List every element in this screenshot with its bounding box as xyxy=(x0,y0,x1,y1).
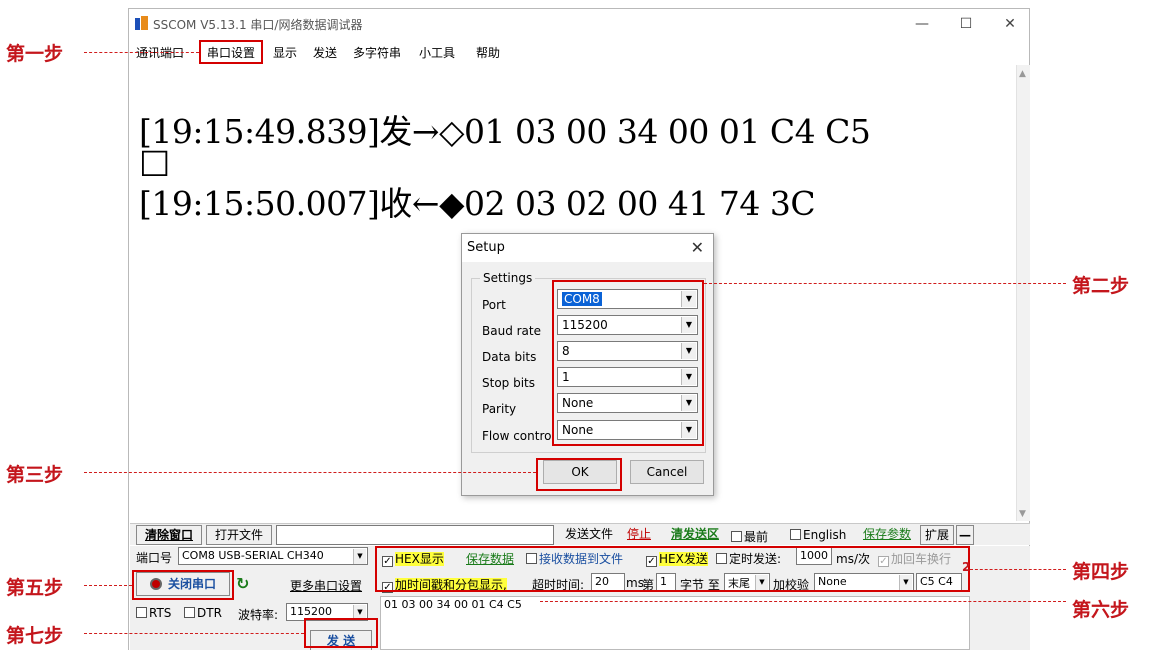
clear-send-button[interactable]: 清发送区 xyxy=(660,525,730,545)
dialog-close-icon[interactable]: ✕ xyxy=(691,238,704,257)
menu-help[interactable]: 帮助 xyxy=(476,44,500,61)
step7-leader xyxy=(84,633,304,634)
dtr-label: DTR xyxy=(197,606,222,620)
port-label: 端口号 xyxy=(136,551,173,565)
rts-label: RTS xyxy=(149,606,172,620)
output-line: [19:15:50.007]收←◆02 03 02 00 41 74 3C xyxy=(139,184,816,223)
rts-checkbox[interactable]: RTS xyxy=(136,606,171,620)
baud-field-label: Baud rate xyxy=(482,324,541,338)
settings-group-title: Settings xyxy=(480,271,536,285)
checkbox-icon xyxy=(184,607,195,618)
databits-field-label: Data bits xyxy=(482,350,537,364)
scroll-down-icon[interactable]: ▼ xyxy=(1019,509,1026,519)
baud-value: 115200 xyxy=(290,605,332,618)
port-select[interactable]: COM8 USB-SERIAL CH340 ▼ xyxy=(178,547,368,565)
more-settings-link[interactable]: 更多串口设置 xyxy=(290,577,362,594)
stop-button[interactable]: 停止 xyxy=(622,525,656,545)
port-value: COM8 USB-SERIAL CH340 xyxy=(182,549,324,562)
menu-display[interactable]: 显示 xyxy=(273,44,297,61)
toolbar: 清除窗口 打开文件 发送文件 停止 清发送区 最前 English 保存参数 扩… xyxy=(130,523,1030,545)
always-on-top-checkbox[interactable]: 最前 xyxy=(731,528,768,545)
step7-highlight xyxy=(304,618,378,648)
step2-label: 第二步 xyxy=(1072,275,1130,297)
step3-label: 第三步 xyxy=(6,464,64,486)
step5-highlight xyxy=(132,570,234,600)
checkbox-icon xyxy=(731,531,742,542)
app-title: SSCOM V5.13.1 串口/网络数据调试器 xyxy=(153,18,363,32)
step4-leader xyxy=(970,569,1066,570)
maximize-button[interactable]: ☐ xyxy=(951,13,981,35)
save-params-button[interactable]: 保存参数 xyxy=(856,525,918,545)
stopbits-field-label: Stop bits xyxy=(482,376,536,390)
baud-label: 波特率: xyxy=(238,608,279,622)
dtr-checkbox[interactable]: DTR xyxy=(184,606,222,620)
send-file-button[interactable]: 发送文件 xyxy=(558,525,620,545)
step6-leader xyxy=(540,601,1066,602)
step4-label: 第四步 xyxy=(1072,561,1130,583)
step4-highlight xyxy=(375,546,970,592)
title-bar: SSCOM V5.13.1 串口/网络数据调试器 — ☐ ✕ xyxy=(129,9,1029,39)
menu-multi-string[interactable]: 多字符串 xyxy=(353,44,401,61)
step7-label: 第七步 xyxy=(6,625,64,647)
always-on-top-label: 最前 xyxy=(744,530,769,544)
step6-label: 第六步 xyxy=(1072,599,1130,621)
open-file-button[interactable]: 打开文件 xyxy=(206,525,272,545)
send-input[interactable]: 01 03 00 34 00 01 C4 C5 xyxy=(380,596,970,650)
step2-leader xyxy=(704,283,1066,284)
step3-highlight xyxy=(536,458,622,491)
step5-leader xyxy=(84,585,132,586)
expand-button[interactable]: 扩展 xyxy=(920,525,954,545)
menu-bar: 通讯端口 串口设置 显示 发送 多字符串 小工具 帮助 xyxy=(129,39,1029,63)
dialog-title: Setup xyxy=(467,240,505,255)
checkbox-icon xyxy=(790,529,801,540)
collapse-button[interactable]: — xyxy=(956,525,974,545)
dialog-title-bar: Setup ✕ xyxy=(462,234,713,262)
output-scrollbar[interactable]: ▲ ▼ xyxy=(1016,65,1030,521)
cancel-button[interactable]: Cancel xyxy=(630,460,704,484)
parity-field-label: Parity xyxy=(482,402,517,416)
flow-field-label: Flow control xyxy=(482,429,555,443)
minimize-button[interactable]: — xyxy=(907,13,937,35)
file-path-input[interactable] xyxy=(276,525,554,545)
send-data-value: 01 03 00 34 00 01 C4 C5 xyxy=(384,598,522,611)
clear-window-button[interactable]: 清除窗口 xyxy=(136,525,202,545)
refresh-icon[interactable]: ↻ xyxy=(236,574,249,593)
close-button[interactable]: ✕ xyxy=(995,13,1025,35)
step2-highlight xyxy=(552,280,704,446)
step1-leader xyxy=(84,52,199,53)
app-icon xyxy=(135,16,149,30)
step3-leader xyxy=(84,472,536,473)
menu-send[interactable]: 发送 xyxy=(313,44,337,61)
step1-label: 第一步 xyxy=(6,43,64,65)
step1-highlight xyxy=(199,40,263,64)
english-label: English xyxy=(803,528,847,542)
step5-label: 第五步 xyxy=(6,577,64,599)
english-checkbox[interactable]: English xyxy=(790,528,846,542)
output-line: □ xyxy=(139,141,170,180)
step4-marker: 2 xyxy=(962,560,971,574)
scroll-up-icon[interactable]: ▲ xyxy=(1019,69,1026,79)
checkbox-icon xyxy=(136,607,147,618)
port-field-label: Port xyxy=(482,298,506,312)
menu-tools[interactable]: 小工具 xyxy=(419,44,455,61)
chevron-down-icon: ▼ xyxy=(353,549,366,564)
output-line: [19:15:49.839]发→◇01 03 00 34 00 01 C4 C5 xyxy=(139,112,871,151)
